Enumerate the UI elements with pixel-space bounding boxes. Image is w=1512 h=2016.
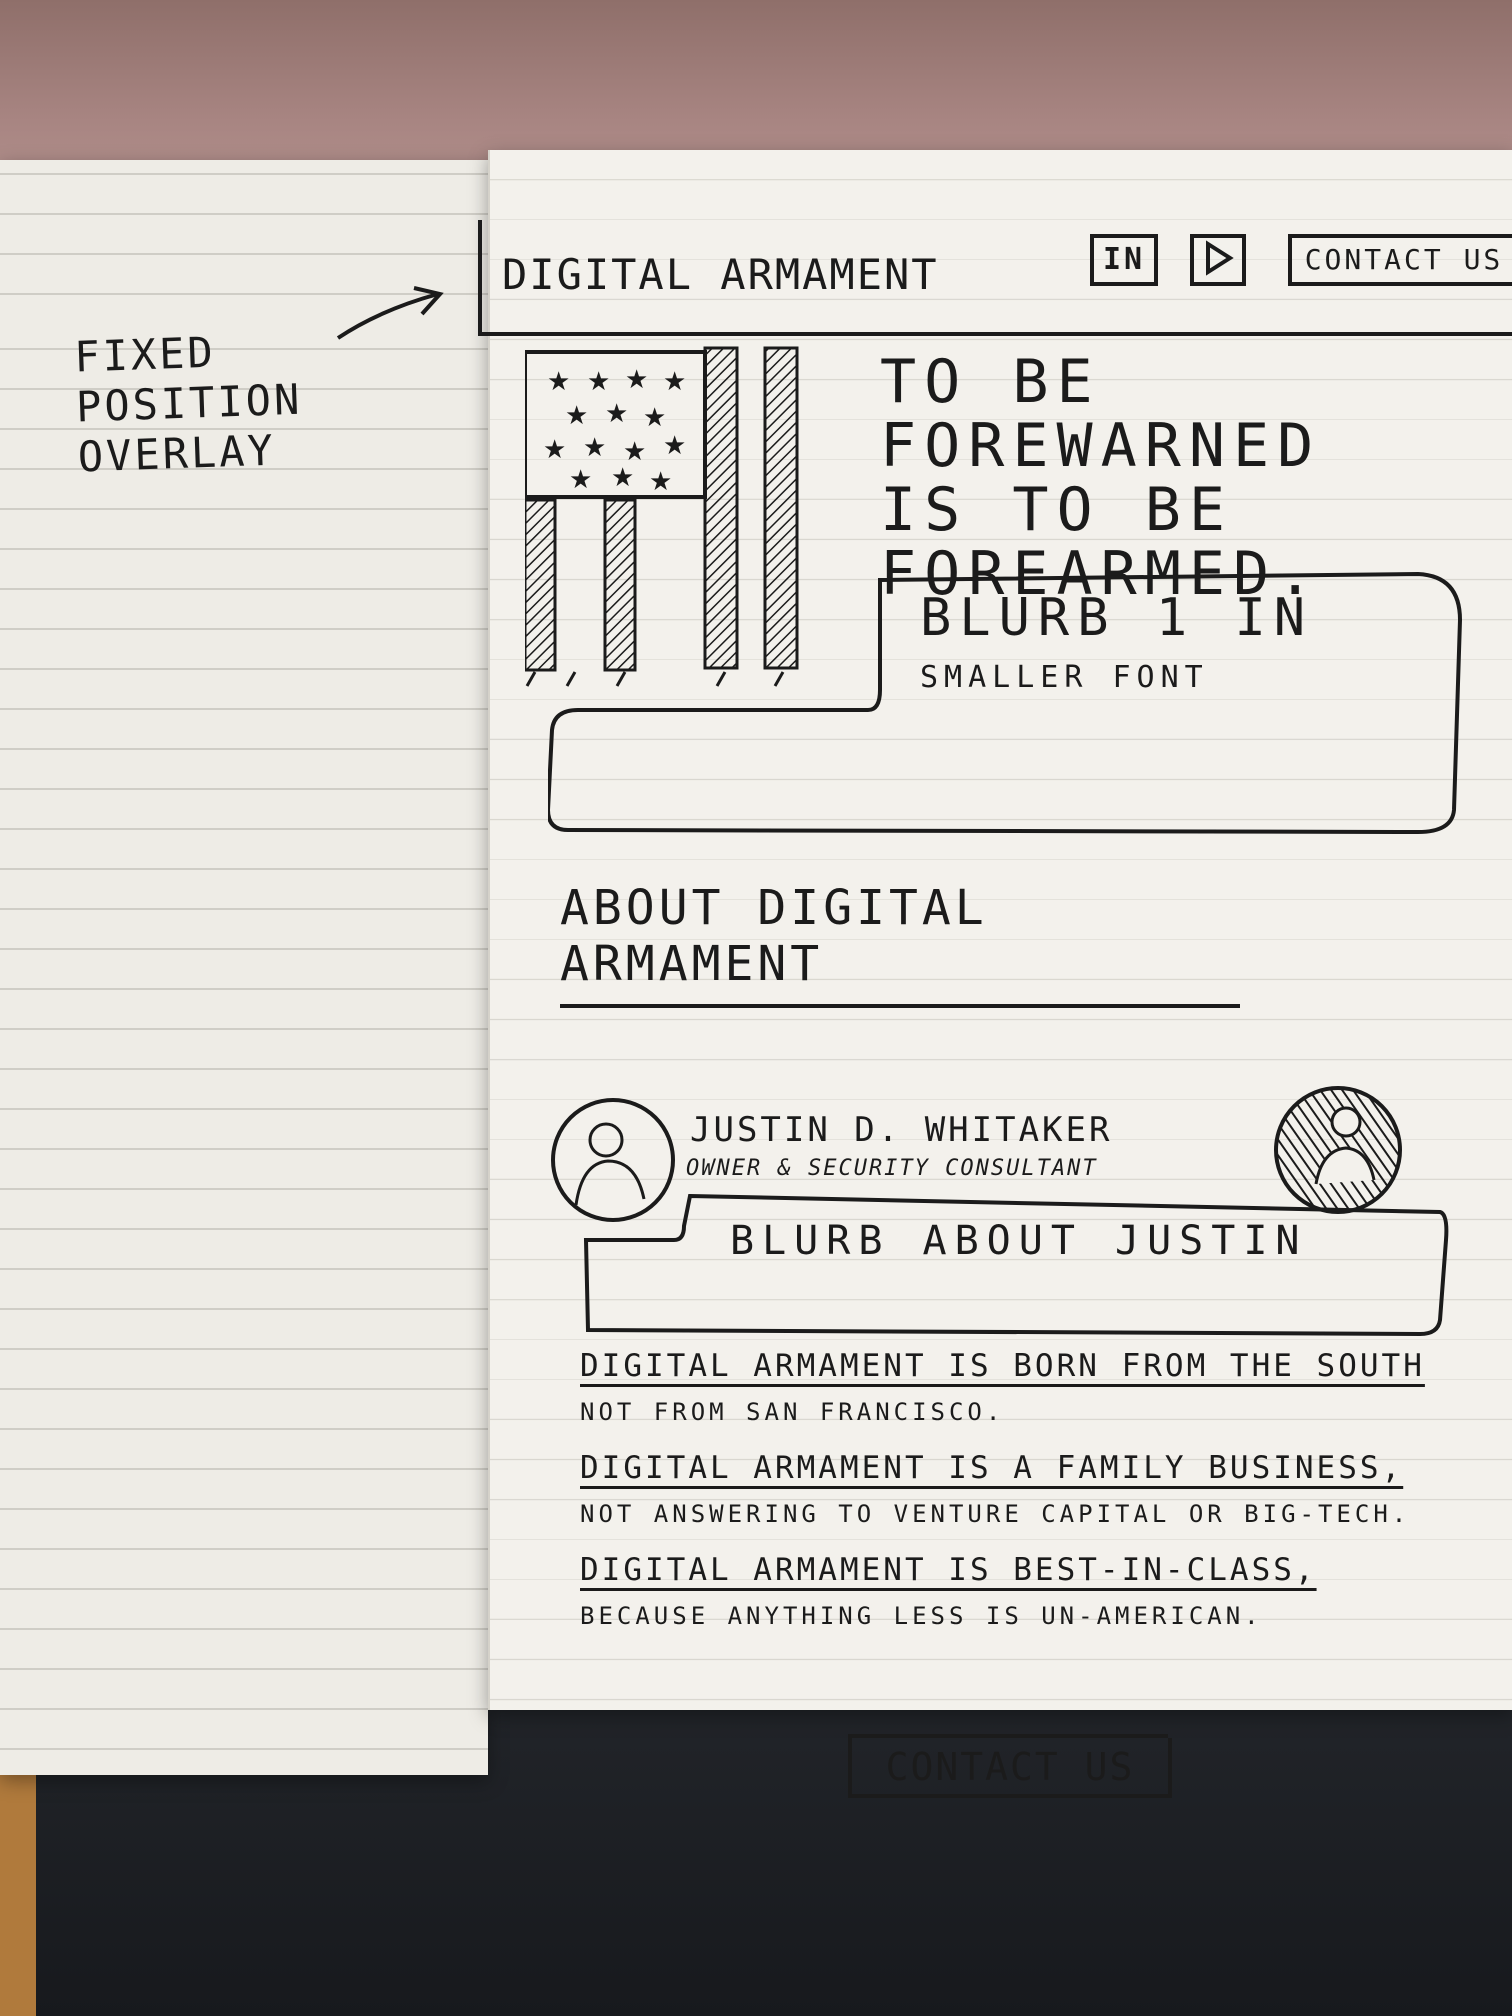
svg-text:★: ★ — [565, 401, 588, 431]
svg-text:★: ★ — [605, 399, 628, 429]
svg-text:★: ★ — [643, 403, 666, 433]
svg-text:★: ★ — [649, 467, 672, 497]
statement-main: DIGITAL ARMAMENT IS BORN FROM THE SOUTH — [580, 1348, 1425, 1384]
statement-main: DIGITAL ARMAMENT IS BEST-IN-CLASS, — [580, 1552, 1317, 1588]
annotation-line: OVERLAY — [76, 425, 277, 482]
svg-text:★: ★ — [663, 367, 686, 397]
brand-title[interactable]: DIGITAL ARMAMENT — [502, 250, 939, 299]
statements-list: DIGITAL ARMAMENT IS BORN FROM THE SOUTH … — [580, 1348, 1510, 1654]
blurb-title: BLURB 1 IN — [920, 588, 1314, 648]
notebook: FIXED POSITION OVERLAY DIGITAL ARMAMENT … — [0, 150, 1512, 1798]
person-role: OWNER & SECURITY CONSULTANT — [686, 1156, 1098, 1181]
svg-text:★: ★ — [583, 433, 606, 463]
hero-blurb-box: BLURB 1 IN SMALLER FONT — [548, 560, 1468, 840]
svg-text:★: ★ — [587, 367, 610, 397]
svg-text:★: ★ — [547, 367, 570, 397]
about-heading: ABOUT DIGITAL ARMAMENT — [560, 880, 1240, 1008]
background-strap — [0, 1760, 36, 2016]
linkedin-icon[interactable]: in — [1090, 234, 1158, 286]
about-blurb-text: BLURB ABOUT JUSTIN — [730, 1218, 1308, 1264]
svg-text:★: ★ — [663, 431, 686, 461]
statement-item: DIGITAL ARMAMENT IS A FAMILY BUSINESS, N… — [580, 1450, 1510, 1528]
blurb-subtitle: SMALLER FONT — [920, 660, 1209, 695]
svg-text:★: ★ — [625, 365, 648, 395]
youtube-icon[interactable] — [1190, 234, 1246, 286]
statement-main: DIGITAL ARMAMENT IS A FAMILY BUSINESS, — [580, 1450, 1404, 1486]
blurb-outline — [583, 1193, 1449, 1337]
footer-contact-button[interactable]: CONTACT US — [848, 1738, 1172, 1798]
tagline-line: TO BE FOREWARNED — [880, 347, 1322, 481]
play-icon — [1206, 240, 1234, 276]
statement-sub: BECAUSE ANYTHING LESS IS UN-AMERICAN. — [580, 1602, 1263, 1630]
arrow-icon — [336, 286, 444, 340]
annotation-line: FIXED — [73, 327, 217, 382]
statement-item: DIGITAL ARMAMENT IS BEST-IN-CLASS, BECAU… — [580, 1552, 1510, 1630]
annotation-line: POSITION — [75, 374, 304, 432]
statement-sub: NOT FROM SAN FRANCISCO. — [580, 1398, 1005, 1426]
statement-sub: NOT ANSWERING TO VENTURE CAPITAL OR BIG-… — [580, 1500, 1411, 1528]
svg-text:★: ★ — [569, 465, 592, 495]
svg-text:★: ★ — [543, 435, 566, 465]
tagline-line: IS TO BE — [880, 475, 1233, 545]
svg-text:★: ★ — [611, 463, 634, 493]
header-contact-button[interactable]: CONTACT US — [1288, 234, 1512, 286]
statement-item: DIGITAL ARMAMENT IS BORN FROM THE SOUTH … — [580, 1348, 1510, 1426]
about-blurb-box: BLURB ABOUT JUSTIN — [580, 1190, 1450, 1340]
person-name: JUSTIN D. WHITAKER — [690, 1110, 1113, 1150]
annotation-note: FIXED POSITION OVERLAY — [73, 324, 338, 483]
